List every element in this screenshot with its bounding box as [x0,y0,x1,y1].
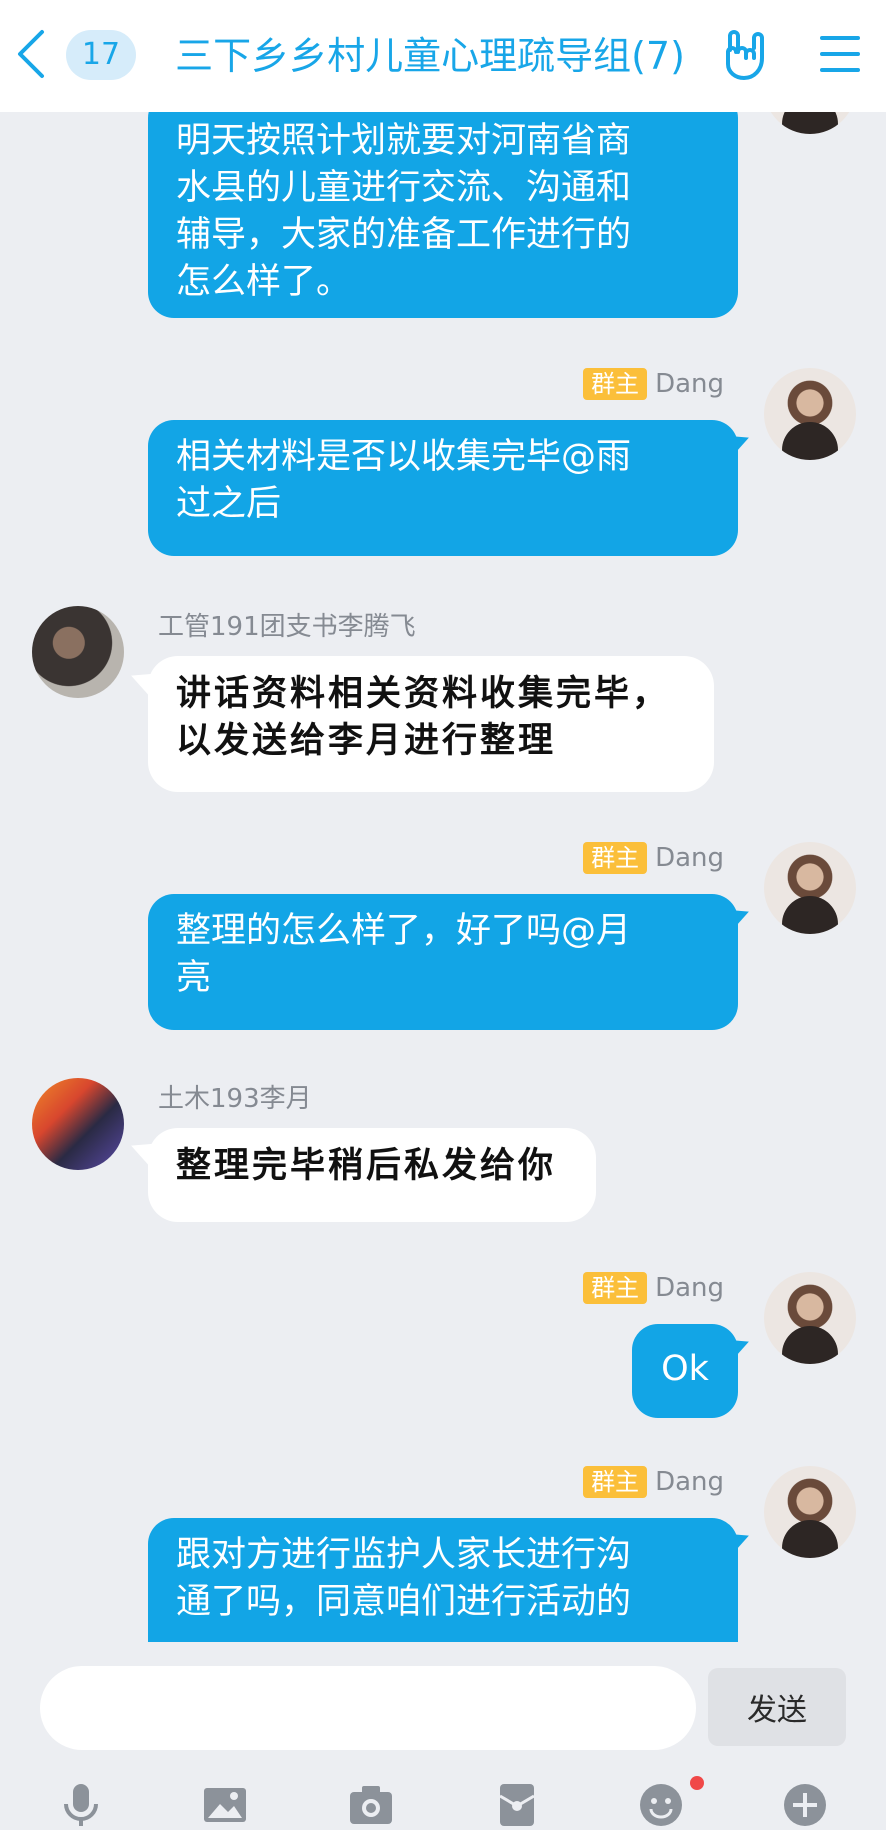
message-bubble[interactable]: 相关材料是否以收集完毕@雨 过之后 [148,420,738,556]
chat-header: 17 三下乡乡村儿童心理疏导组(7) [0,0,886,112]
sender-info: 群主 Dang [583,1270,724,1306]
emoji-icon[interactable] [638,1782,684,1828]
avatar[interactable] [32,1078,124,1170]
sender-name: Dang [655,843,724,873]
message-bubble[interactable]: 跟对方进行监护人家长进行沟 通了吗，同意咱们进行活动的 [148,1518,738,1642]
message-bubble[interactable]: 整理完毕稍后私发给你 [148,1128,596,1222]
avatar[interactable] [764,1272,856,1364]
menu-icon[interactable] [818,32,862,76]
owner-tag: 群主 [583,368,648,400]
message-line: 讲话资料相关资料收集完毕， [176,673,671,714]
group-title[interactable]: 三下乡乡村儿童心理疏导组(7) [150,0,710,112]
input-bar: 发送 [0,1642,886,1830]
message-line: 相关材料是否以收集完毕@雨 [176,437,632,477]
sender-info: 群主 Dang [583,1464,724,1500]
sender-info: 群主 Dang [583,366,724,402]
message-line: 亮 [176,958,212,998]
message-line: 辅导，大家的准备工作进行的 [176,215,632,255]
message-line: 水县的儿童进行交流、沟通和 [176,168,632,208]
message-line: 通了吗，同意咱们进行活动的 [176,1582,632,1622]
notification-dot [690,1776,704,1790]
message-line: 跟对方进行监护人家长进行沟 [176,1535,632,1575]
avatar[interactable] [764,112,856,134]
chevron-left-icon[interactable] [14,28,48,80]
avatar[interactable] [764,1466,856,1558]
message-bubble[interactable]: 整理的怎么样了，好了吗@月 亮 [148,894,738,1030]
owner-tag: 群主 [583,842,648,874]
message-line: 整理的怎么样了，好了吗@月 [176,911,632,951]
message-line: 怎么样了。 [176,262,352,302]
avatar[interactable] [764,368,856,460]
plus-icon[interactable] [782,1782,828,1828]
send-button[interactable]: 发送 [708,1668,846,1746]
sender-name: Dang [655,369,724,399]
sender-name: 土木193李月 [158,1084,312,1114]
message-line: Ok [661,1349,709,1389]
message-input[interactable] [40,1666,696,1750]
avatar[interactable] [32,606,124,698]
message-line: 过之后 [176,484,282,524]
sender-name: Dang [655,1273,724,1303]
unread-count-badge[interactable]: 17 [66,30,136,80]
owner-tag: 群主 [583,1272,648,1304]
message-list[interactable]: 明天按照计划就要对河南省商 水县的儿童进行交流、沟通和 辅导，大家的准备工作进行… [0,112,886,1642]
red-packet-icon[interactable] [494,1782,540,1828]
message-line: 以发送给李月进行整理 [176,720,557,761]
sender-name: Dang [655,1467,724,1497]
message-bubble[interactable]: 明天按照计划就要对河南省商 水县的儿童进行交流、沟通和 辅导，大家的准备工作进行… [148,112,738,318]
hand-gesture-icon[interactable] [720,28,772,82]
sender-name: 工管191团支书李腾飞 [158,612,416,642]
image-icon[interactable] [202,1782,248,1828]
owner-tag: 群主 [583,1466,648,1498]
sender-info: 群主 Dang [583,840,724,876]
message-line: 整理完毕稍后私发给你 [176,1145,557,1186]
message-bubble[interactable]: Ok [632,1324,738,1418]
microphone-icon[interactable] [58,1782,104,1828]
camera-icon[interactable] [348,1782,394,1828]
avatar[interactable] [764,842,856,934]
message-bubble[interactable]: 讲话资料相关资料收集完毕， 以发送给李月进行整理 [148,656,714,792]
message-line: 明天按照计划就要对河南省商 [176,121,632,161]
